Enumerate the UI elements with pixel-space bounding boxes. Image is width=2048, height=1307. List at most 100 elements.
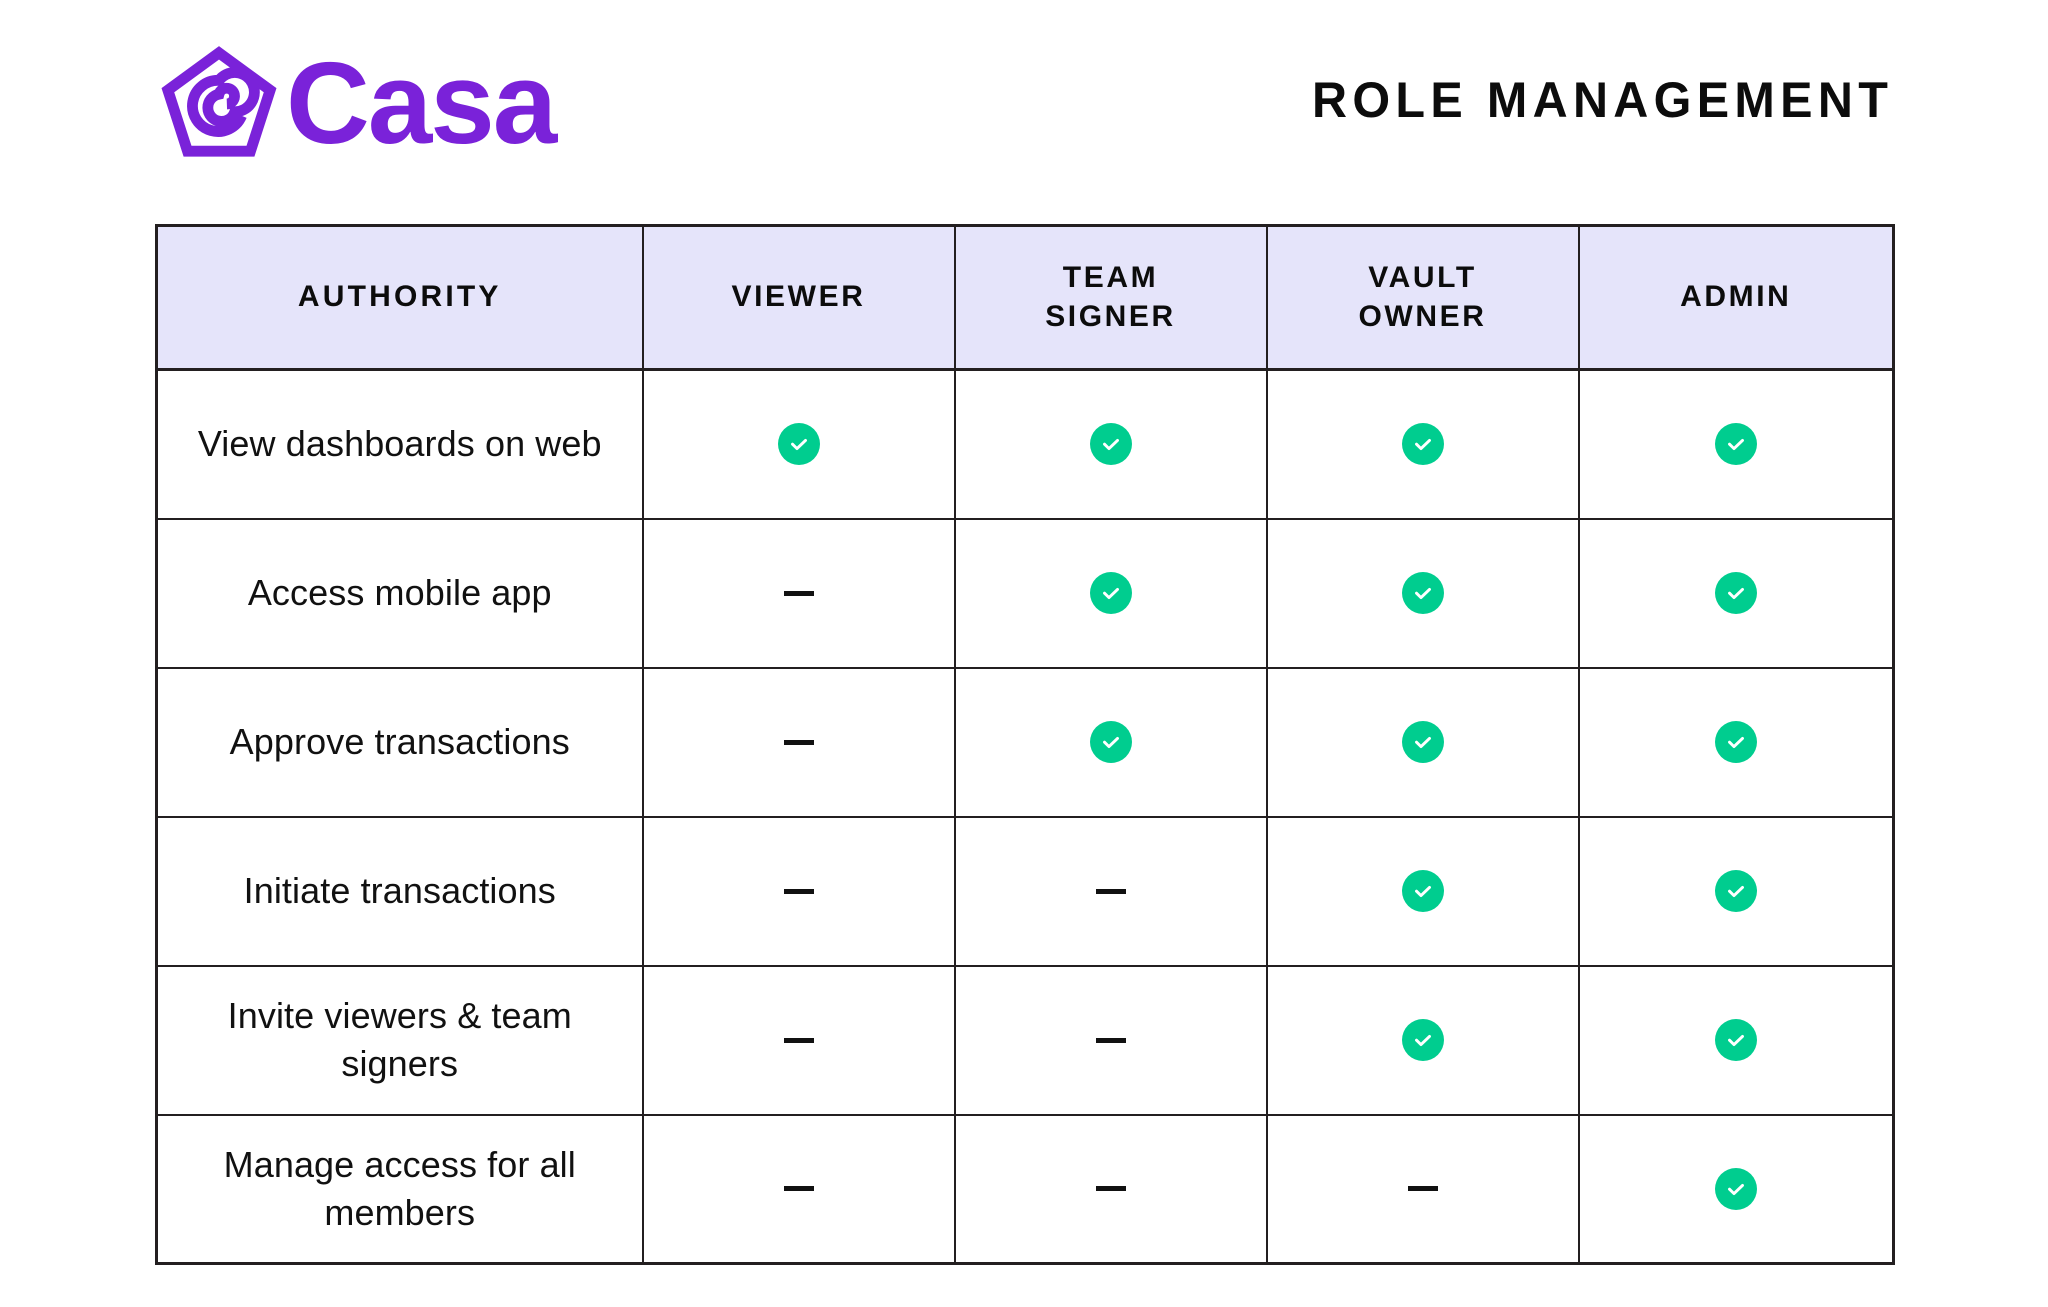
table-row: Approve transactions	[155, 666, 1895, 818]
check-circle-icon	[1714, 721, 1757, 763]
permission-cell-vault_owner	[1265, 368, 1580, 520]
permission-mark	[1590, 375, 1883, 514]
permission-mark	[1590, 673, 1883, 812]
authority-label: View dashboards on web	[155, 368, 644, 520]
role-management-page: Casa ROLE MANAGEMENT AUTHORITY VIEWER TE…	[0, 0, 2048, 1307]
permission-cell-vault_owner	[1265, 815, 1580, 967]
check-circle-icon	[1714, 423, 1757, 466]
permission-cell-admin	[1577, 1113, 1895, 1265]
table-row: Invite viewers & team signers	[155, 964, 1895, 1116]
authority-label: Manage access for all members	[155, 1113, 644, 1265]
check-circle-icon	[1401, 870, 1444, 912]
permission-mark	[654, 1120, 944, 1259]
dash-icon	[1407, 1186, 1438, 1192]
permission-mark	[1590, 524, 1883, 663]
column-header-line: OWNER	[1358, 299, 1487, 333]
page-header: Casa ROLE MANAGEMENT	[0, 0, 2048, 200]
permission-cell-vault_owner	[1265, 964, 1580, 1116]
permission-cell-viewer	[641, 368, 956, 520]
permission-cell-admin	[1577, 368, 1895, 520]
permission-mark	[966, 673, 1256, 812]
permission-cell-vault_owner	[1265, 1113, 1580, 1265]
permissions-table: AUTHORITY VIEWER TEAM SIGNER VAULT OWNER A…	[155, 224, 1895, 1265]
check-circle-icon	[1401, 1019, 1444, 1061]
permission-mark	[966, 822, 1256, 961]
table-body: View dashboards on web Access mobile app A…	[155, 368, 1895, 1265]
permission-cell-viewer	[641, 964, 956, 1116]
permission-mark	[1278, 524, 1568, 663]
permission-cell-viewer	[641, 517, 956, 669]
check-circle-icon	[1714, 1019, 1757, 1061]
check-circle-icon	[777, 423, 820, 466]
check-circle-icon	[1714, 870, 1757, 912]
table-row: View dashboards on web	[155, 368, 1895, 520]
column-header-vault-owner: VAULT OWNER	[1265, 224, 1580, 371]
table-row: Access mobile app	[155, 517, 1895, 669]
check-circle-icon	[1714, 1167, 1757, 1210]
check-circle-icon	[1401, 572, 1444, 614]
authority-label: Invite viewers & team signers	[155, 964, 644, 1116]
dash-icon	[1095, 888, 1126, 894]
check-circle-icon	[1714, 572, 1757, 614]
role-permission-matrix: AUTHORITY VIEWER TEAM SIGNER VAULT OWNER A…	[155, 224, 1895, 1265]
permission-cell-team_signer	[953, 1113, 1268, 1265]
column-header-line: AUTHORITY	[297, 280, 502, 314]
permission-cell-admin	[1577, 517, 1895, 669]
check-circle-icon	[1089, 423, 1132, 466]
column-header-viewer: VIEWER	[641, 224, 956, 371]
permission-cell-viewer	[641, 666, 956, 818]
permission-cell-team_signer	[953, 517, 1268, 669]
column-header-line: VIEWER	[731, 280, 866, 314]
column-header-team-signer: TEAM SIGNER	[953, 224, 1268, 371]
casa-pentagon-spiral-logo-icon	[161, 46, 277, 157]
column-header-line: TEAM	[1062, 261, 1159, 295]
permission-mark	[966, 1120, 1256, 1259]
permission-cell-team_signer	[953, 666, 1268, 818]
permission-cell-team_signer	[953, 964, 1268, 1116]
page-title: ROLE MANAGEMENT	[1311, 72, 1893, 128]
permission-mark	[966, 524, 1256, 663]
permission-mark	[1278, 822, 1568, 961]
permission-cell-admin	[1577, 666, 1895, 818]
authority-label: Approve transactions	[155, 666, 644, 818]
dash-icon	[1095, 1037, 1126, 1043]
permission-cell-vault_owner	[1265, 517, 1580, 669]
permission-cell-viewer	[641, 815, 956, 967]
table-row: Initiate transactions	[155, 815, 1895, 967]
permission-cell-team_signer	[953, 815, 1268, 967]
permission-mark	[654, 524, 944, 663]
permission-mark	[1590, 1120, 1883, 1259]
permission-mark	[654, 673, 944, 812]
dash-icon	[1095, 1186, 1126, 1192]
permission-mark	[654, 971, 944, 1110]
check-circle-icon	[1401, 423, 1444, 466]
dash-icon	[783, 1186, 814, 1192]
permission-mark	[1278, 375, 1568, 514]
permission-mark	[966, 971, 1256, 1110]
check-circle-icon	[1089, 721, 1132, 763]
permission-mark	[654, 375, 944, 514]
dash-icon	[783, 739, 814, 745]
permission-mark	[1278, 1120, 1568, 1259]
dash-icon	[783, 590, 814, 596]
table-row: Manage access for all members	[155, 1113, 1895, 1265]
dash-icon	[783, 888, 814, 894]
authority-label: Access mobile app	[155, 517, 644, 669]
column-header-line: VAULT	[1368, 261, 1477, 295]
permission-cell-admin	[1577, 964, 1895, 1116]
permission-mark	[966, 375, 1256, 514]
permission-cell-team_signer	[953, 368, 1268, 520]
check-circle-icon	[1089, 572, 1132, 614]
permission-cell-admin	[1577, 815, 1895, 967]
dash-icon	[783, 1037, 814, 1043]
table-header: AUTHORITY VIEWER TEAM SIGNER VAULT OWNER A…	[155, 224, 1895, 371]
permission-cell-vault_owner	[1265, 666, 1580, 818]
table-header-row: AUTHORITY VIEWER TEAM SIGNER VAULT OWNER A…	[155, 224, 1895, 371]
permission-mark	[1278, 971, 1568, 1110]
column-header-line: ADMIN	[1680, 280, 1792, 314]
brand-wordmark: Casa	[286, 38, 557, 168]
permission-mark	[1590, 971, 1883, 1110]
column-header-line: SIGNER	[1045, 299, 1176, 333]
check-circle-icon	[1401, 721, 1444, 763]
permission-mark	[1278, 673, 1568, 812]
